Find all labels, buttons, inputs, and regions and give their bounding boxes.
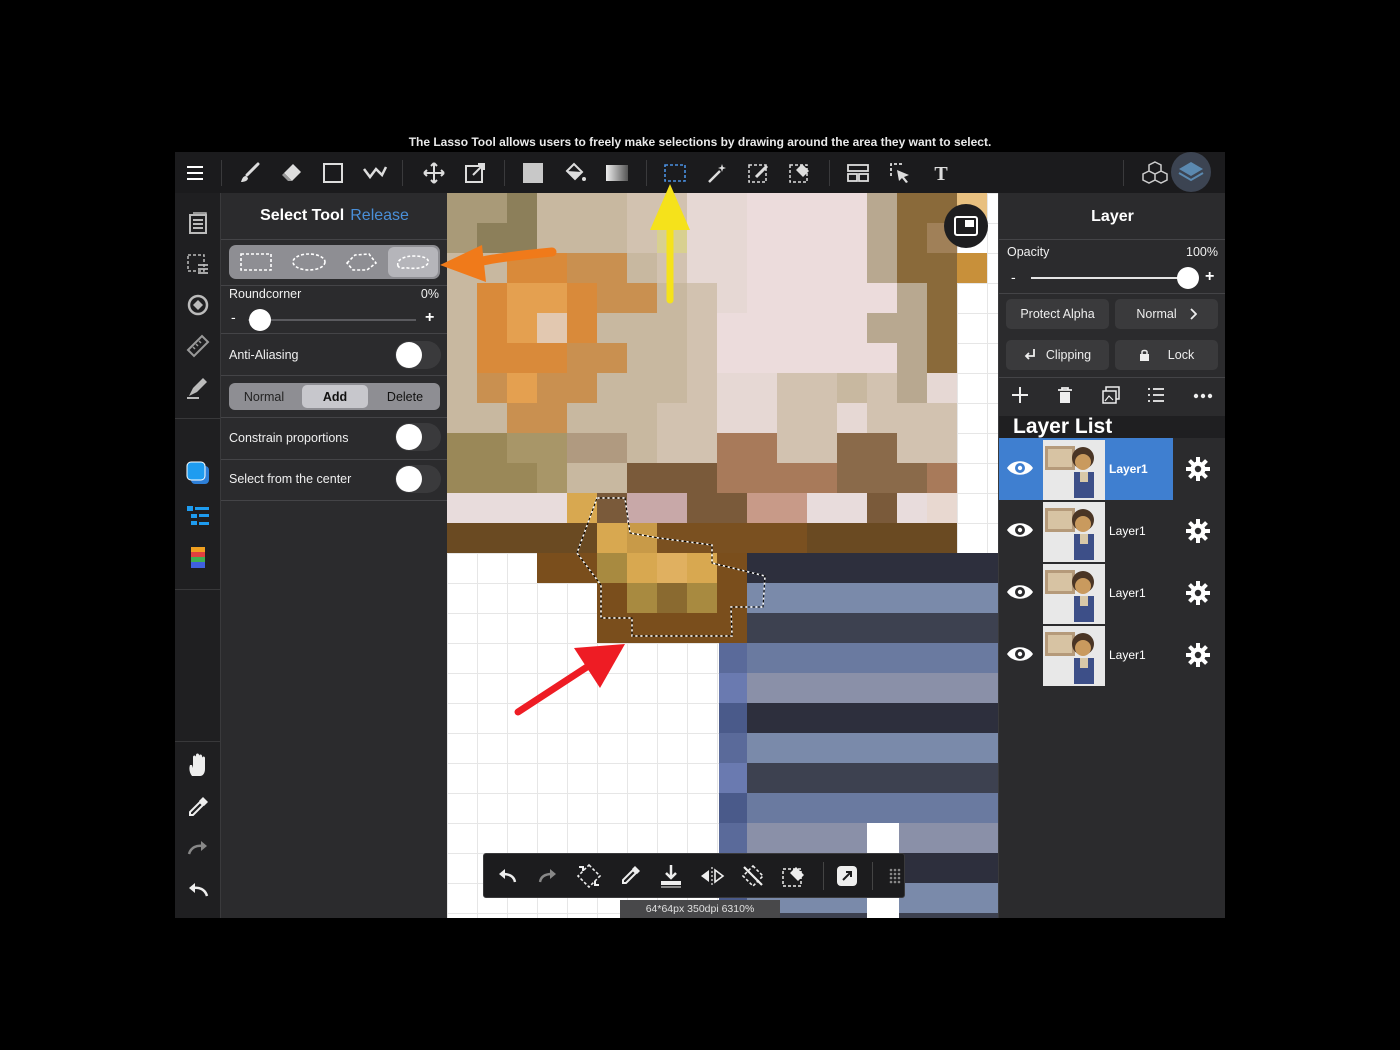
annotation-overlay (440, 184, 690, 716)
orange-arrow-icon (440, 245, 557, 282)
red-arrow-icon (514, 644, 625, 716)
yellow-arrow-icon (650, 184, 690, 304)
